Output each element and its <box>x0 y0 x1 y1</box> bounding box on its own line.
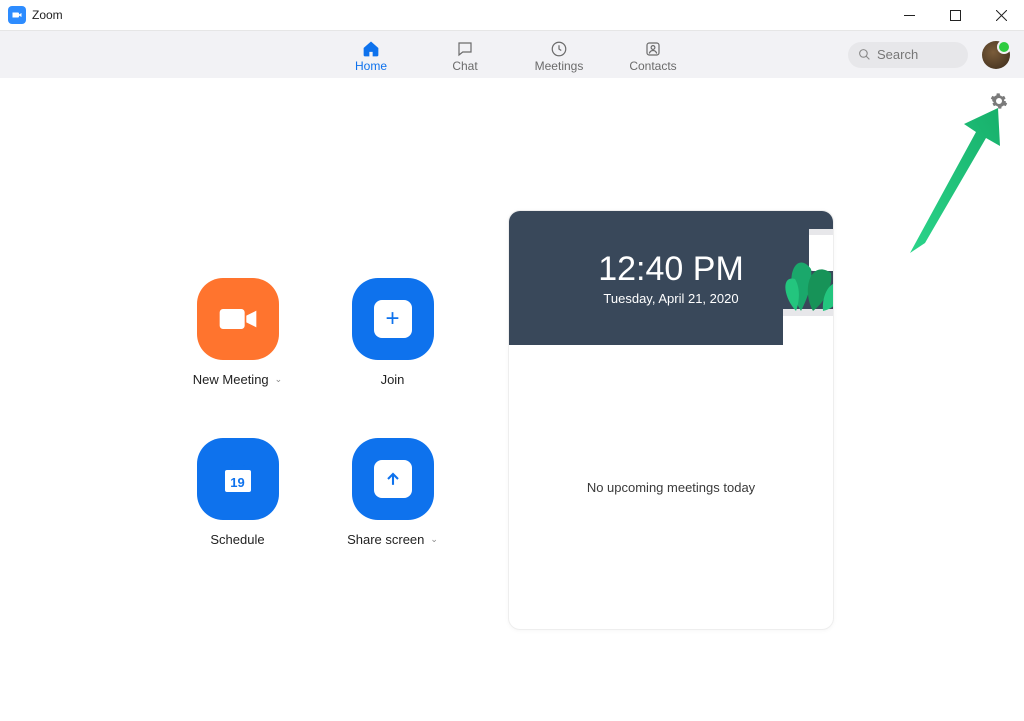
video-icon <box>218 299 258 339</box>
action-label[interactable]: New Meeting ⌄ <box>193 372 282 387</box>
tab-home[interactable]: Home <box>343 31 399 78</box>
home-icon <box>360 40 382 58</box>
minimize-button[interactable] <box>886 0 932 30</box>
tab-meetings[interactable]: Meetings <box>531 31 587 78</box>
upcoming-card: 12:40 PM Tuesday, April 21, 2020 No upco… <box>508 210 834 630</box>
search-icon <box>858 48 871 61</box>
card-header: 12:40 PM Tuesday, April 21, 2020 <box>509 211 833 345</box>
search-placeholder: Search <box>877 47 918 62</box>
chevron-down-icon: ⌄ <box>275 374 283 385</box>
calendar-icon: 19 <box>223 464 253 494</box>
chevron-down-icon: ⌄ <box>430 534 438 545</box>
decorative-plant-icon <box>741 239 833 345</box>
avatar[interactable] <box>982 41 1010 69</box>
share-screen-button[interactable] <box>352 438 434 520</box>
window-titlebar: Zoom <box>0 0 1024 30</box>
search-input[interactable]: Search <box>848 42 968 68</box>
gear-icon <box>990 92 1008 110</box>
clock-date: Tuesday, April 21, 2020 <box>603 291 738 306</box>
clock-time: 12:40 PM <box>598 250 744 289</box>
chat-icon <box>454 40 476 58</box>
card-body: No upcoming meetings today <box>509 345 833 629</box>
settings-button[interactable] <box>990 92 1008 110</box>
action-join: + Join <box>325 278 460 438</box>
clock-icon <box>548 40 570 58</box>
arrow-up-icon <box>374 460 412 498</box>
tab-label: Meetings <box>535 59 584 73</box>
annotation-arrow <box>890 98 1010 258</box>
plus-icon: + <box>374 300 412 338</box>
action-share-screen: Share screen ⌄ <box>325 438 460 598</box>
zoom-logo-icon <box>8 6 26 24</box>
action-label: Join <box>381 372 405 387</box>
tab-label: Chat <box>452 59 477 73</box>
window-title: Zoom <box>32 8 63 22</box>
schedule-button[interactable]: 19 <box>197 438 279 520</box>
window-controls <box>886 0 1024 30</box>
tab-contacts[interactable]: Contacts <box>625 31 681 78</box>
tab-label: Home <box>355 59 387 73</box>
main-content: New Meeting ⌄ + Join 19 Schedule <box>0 78 1024 721</box>
home-actions: New Meeting ⌄ + Join 19 Schedule <box>170 278 460 598</box>
close-button[interactable] <box>978 0 1024 30</box>
main-toolbar: Home Chat Meetings Contacts Search <box>0 30 1024 78</box>
action-new-meeting: New Meeting ⌄ <box>170 278 305 438</box>
action-schedule: 19 Schedule <box>170 438 305 598</box>
action-label: Schedule <box>210 532 264 547</box>
contacts-icon <box>642 40 664 58</box>
tab-chat[interactable]: Chat <box>437 31 493 78</box>
tab-label: Contacts <box>629 59 676 73</box>
action-label[interactable]: Share screen ⌄ <box>347 532 438 547</box>
empty-state-text: No upcoming meetings today <box>587 480 755 495</box>
maximize-button[interactable] <box>932 0 978 30</box>
new-meeting-button[interactable] <box>197 278 279 360</box>
join-button[interactable]: + <box>352 278 434 360</box>
